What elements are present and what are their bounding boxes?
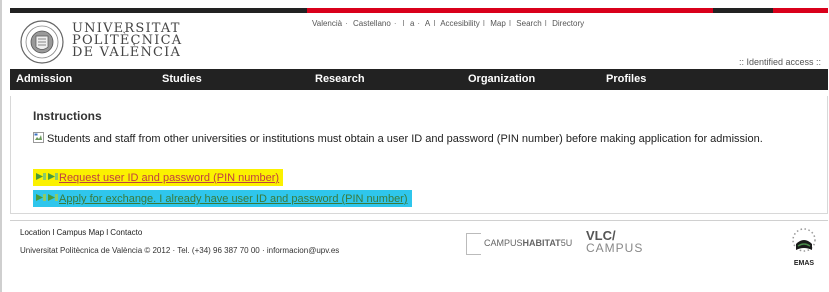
instructions-text: Students and staff from other universiti… (33, 132, 763, 145)
footer-contacto-link[interactable]: Contacto (110, 228, 142, 237)
link-valencia[interactable]: Valencià (312, 19, 342, 28)
arrow-icon (48, 173, 58, 180)
university-name: UNIVERSITAT POLITÈCNICA DE VALÈNCIA (72, 21, 183, 60)
link-castellano[interactable]: Castellano (353, 19, 391, 28)
main-nav: Admission Studies Research Organization … (10, 69, 828, 90)
link-accessibility[interactable]: Accesibility (440, 19, 480, 28)
nav-profiles[interactable]: Profiles (600, 69, 736, 90)
vlc-campus-logo[interactable]: VLC/ CAMPUS (586, 229, 643, 254)
emas-logo: EMAS (786, 224, 822, 270)
arrow-icon (36, 173, 46, 180)
font-smaller-link[interactable]: a (410, 19, 414, 28)
nav-organization[interactable]: Organization (462, 69, 600, 90)
link-search[interactable]: Search (516, 19, 541, 28)
top-color-bar (10, 8, 828, 13)
arrow-icon (48, 194, 58, 201)
page-edge (0, 0, 2, 292)
footer-location-link[interactable]: Location (20, 228, 50, 237)
upv-logo[interactable]: UNIVERSITAT POLITÈCNICA DE VALÈNCIA (20, 20, 206, 68)
broken-image-icon (33, 132, 44, 143)
top-links: Valencià · Castellano · I a · AI Accesibilit… (312, 19, 585, 28)
identified-access-link[interactable]: :: Identified access :: (739, 57, 821, 67)
nav-research[interactable]: Research (309, 69, 462, 90)
link-map[interactable]: Map (490, 19, 506, 28)
font-larger-link[interactable]: A (425, 19, 430, 28)
emas-stars-icon (792, 228, 816, 252)
footer-campus-map-link[interactable]: Campus Map (56, 228, 104, 237)
university-seal-icon (20, 20, 64, 64)
page-title: Instructions (33, 109, 102, 123)
request-pin-link[interactable]: Request user ID and password (PIN number… (59, 172, 279, 184)
apply-exchange-link[interactable]: Apply for exchange. I already have user … (59, 193, 408, 205)
footer-links: Location I Campus Map I Contacto (20, 228, 143, 237)
footer-copyright: Universitat Politècnica de València © 20… (20, 246, 340, 255)
nav-studies[interactable]: Studies (156, 69, 309, 90)
apply-exchange-row: Apply for exchange. I already have user … (33, 190, 412, 207)
footer-divider (10, 220, 828, 221)
nav-admission[interactable]: Admission (10, 69, 156, 90)
arrow-icon (36, 194, 46, 201)
request-pin-row: Request user ID and password (PIN number… (33, 169, 284, 186)
link-directory[interactable]: Directory (552, 19, 584, 28)
